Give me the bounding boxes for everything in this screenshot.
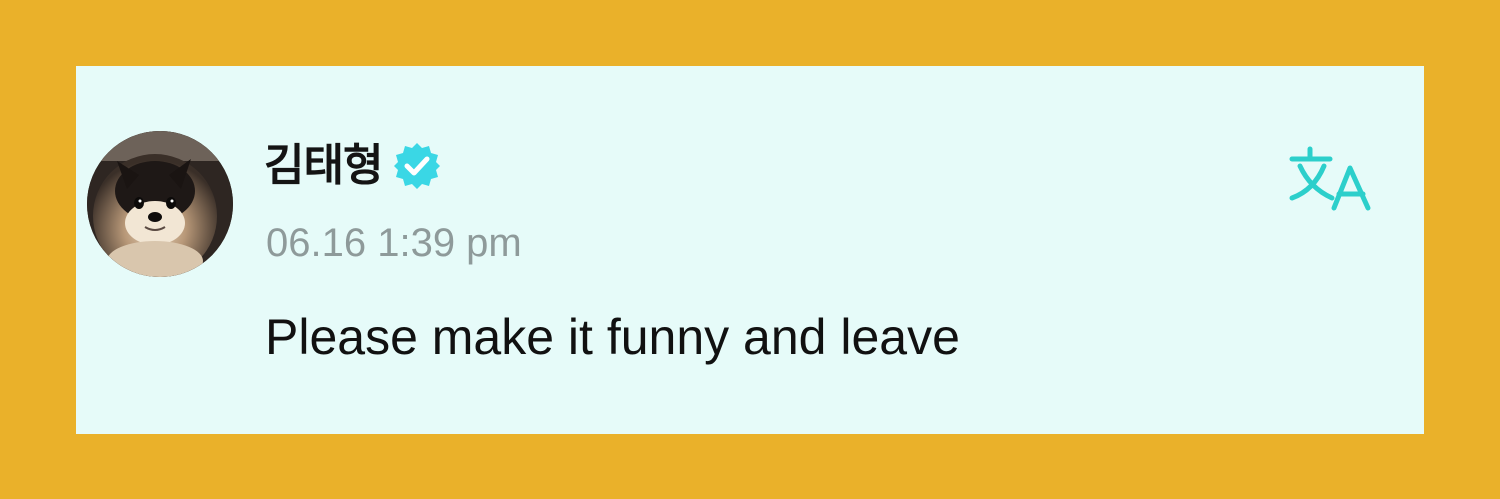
translate-icon[interactable] bbox=[1288, 146, 1374, 212]
username[interactable]: 김태형 bbox=[264, 136, 383, 196]
post-timestamp: 06.16 1:39 pm bbox=[266, 221, 522, 265]
post-card: 김태형 06.16 1:39 pm Please make it funny a… bbox=[76, 66, 1424, 434]
post-message: Please make it funny and leave bbox=[265, 309, 960, 365]
avatar[interactable] bbox=[87, 131, 233, 277]
author-row: 김태형 bbox=[264, 136, 442, 196]
verified-badge-icon bbox=[392, 141, 442, 191]
dog-avatar-image bbox=[87, 131, 233, 277]
